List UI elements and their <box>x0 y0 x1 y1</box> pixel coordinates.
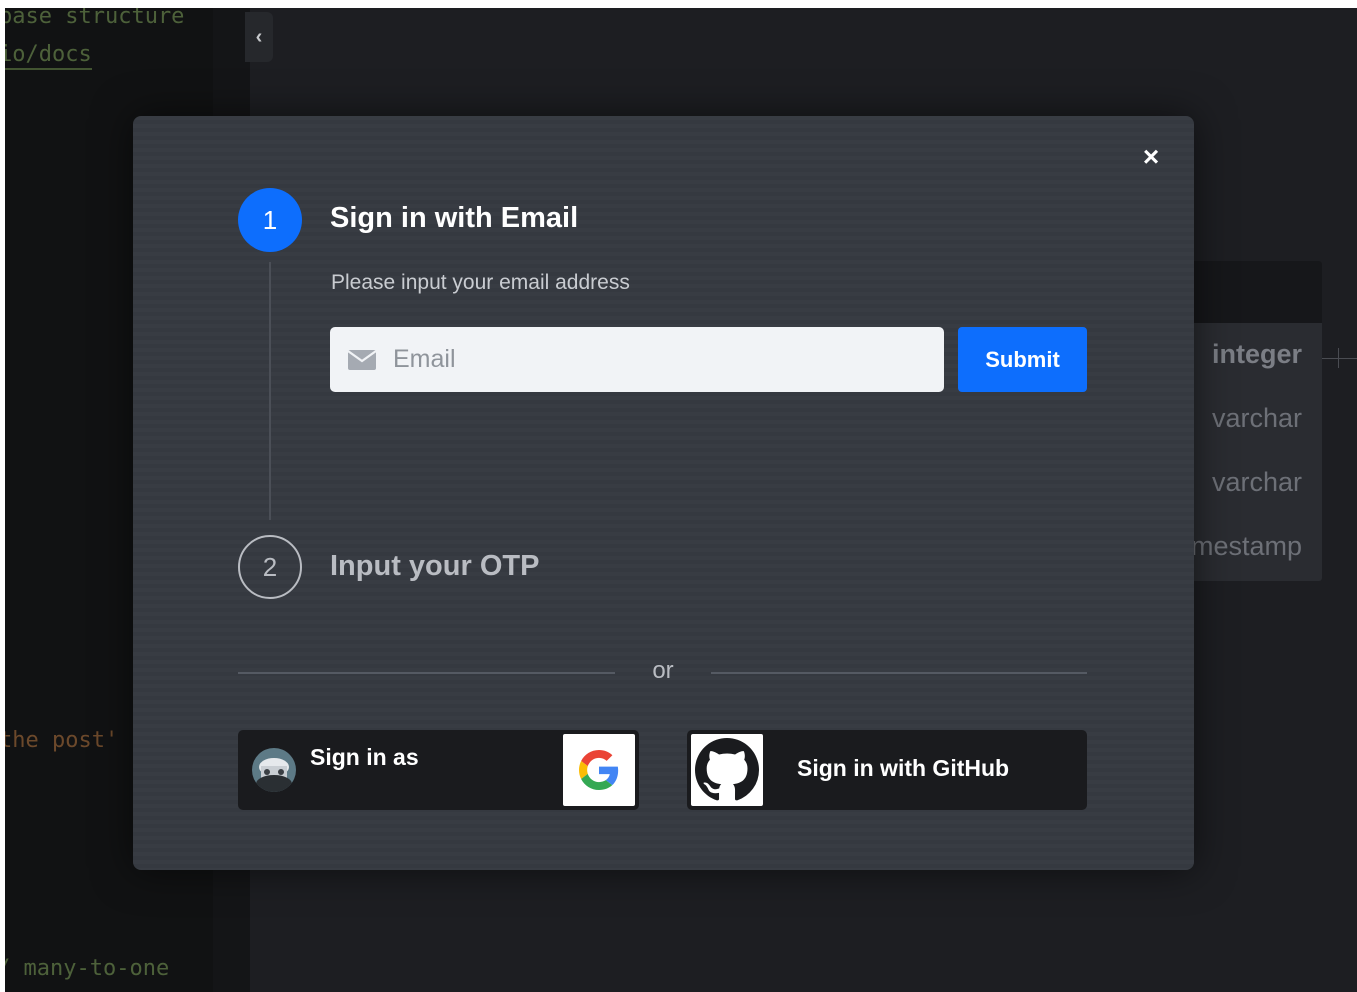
close-icon: × <box>1142 141 1160 172</box>
envelope-icon <box>348 349 376 370</box>
chevron-left-icon: ‹ <box>255 25 263 48</box>
user-avatar-icon <box>252 748 296 792</box>
github-logo-icon <box>695 738 759 801</box>
github-sign-in-button[interactable]: Sign in with GitHub <box>687 730 1087 810</box>
divider-text: or <box>652 657 674 684</box>
relation-connector-tick <box>1338 348 1339 368</box>
relation-connector <box>1322 358 1357 359</box>
step-number: 1 <box>262 204 278 235</box>
code-line: the post' <box>5 728 119 753</box>
github-button-label: Sign in with GitHub <box>797 755 1010 781</box>
field-type: varchar <box>1211 403 1302 433</box>
google-logo-box <box>563 734 635 806</box>
field-type: timestamp <box>1177 531 1302 561</box>
step-1-indicator: 1 <box>238 188 302 252</box>
step-1-description: Please input your email address <box>331 271 630 294</box>
field-type: varchar <box>1211 467 1302 497</box>
code-line: io/docs <box>5 42 92 70</box>
step-2-indicator: 2 <box>238 535 302 599</box>
code-line: base structure <box>5 8 185 29</box>
google-logo-icon <box>579 750 619 790</box>
google-sign-in-button[interactable]: Sign in as <box>238 730 639 810</box>
close-button[interactable]: × <box>1136 142 1166 172</box>
step-number: 2 <box>262 551 278 582</box>
sign-in-modal: × 1 Sign in with Email Please input your… <box>133 116 1194 870</box>
step-2-title: Input your OTP <box>330 550 540 582</box>
field-type: integer <box>1211 339 1302 369</box>
github-logo-box <box>691 734 763 806</box>
submit-button[interactable]: Submit <box>958 327 1087 392</box>
app-screen: base structure io/docs the post' / many-… <box>5 8 1357 992</box>
divider-line <box>711 672 1087 674</box>
google-button-label: Sign in as <box>310 744 419 770</box>
avatar <box>252 748 296 792</box>
step-1-title: Sign in with Email <box>330 202 579 234</box>
email-field[interactable] <box>330 327 944 392</box>
step-connector-line <box>269 262 271 520</box>
divider-line <box>238 672 615 674</box>
email-input[interactable] <box>391 344 915 375</box>
code-line: / many-to-one <box>5 956 170 981</box>
collapse-panel-button[interactable]: ‹ <box>245 12 273 62</box>
